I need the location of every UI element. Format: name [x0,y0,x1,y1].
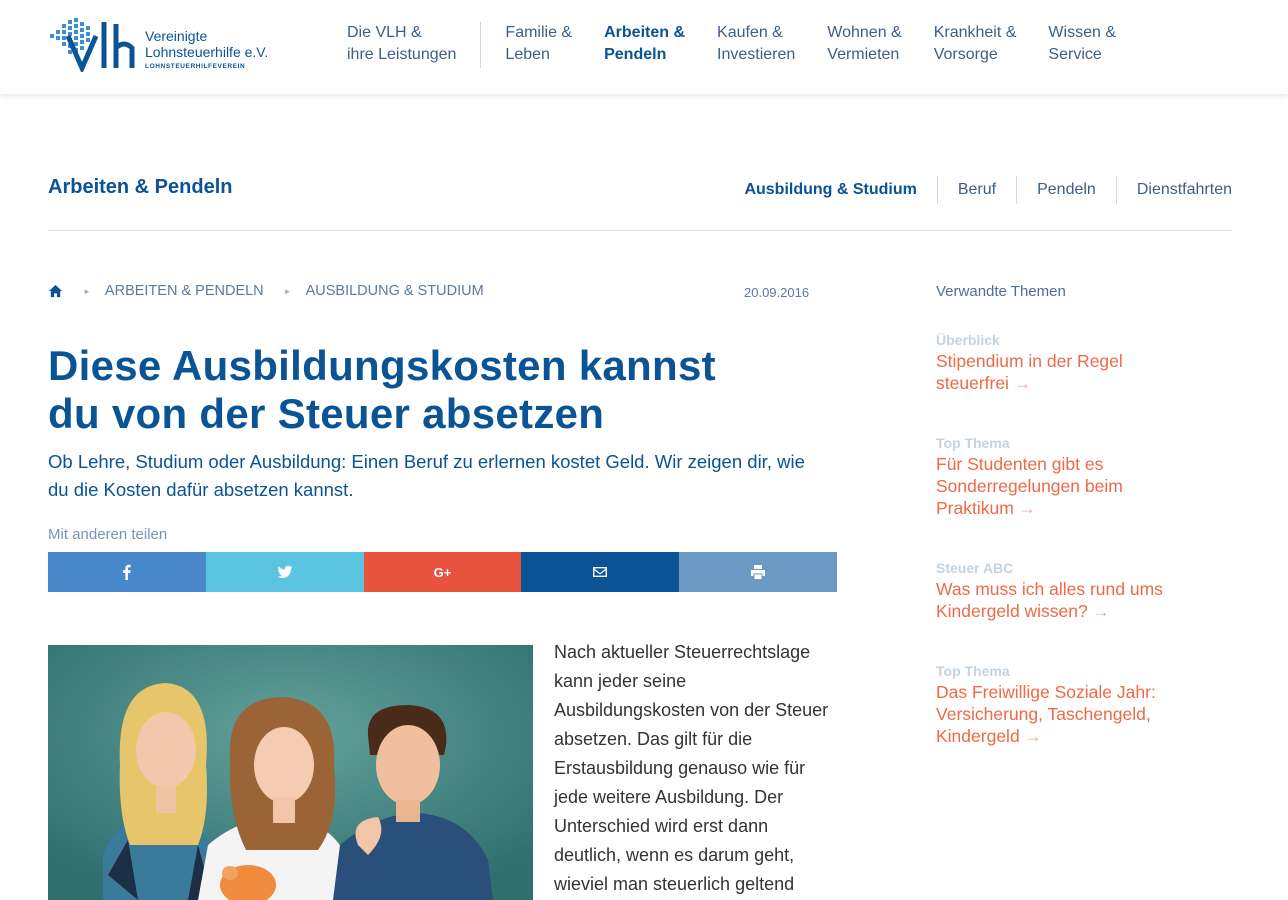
subnav-dienstfahrten[interactable]: Dienstfahrten [1115,176,1232,204]
facebook-icon [122,564,131,580]
nav-familie-leben[interactable]: Familie & Leben [489,22,588,68]
related-topic-category: Überblick [936,332,1000,348]
print-icon [751,565,766,579]
arrow-right-icon: → [1024,727,1042,746]
home-icon[interactable] [48,284,63,299]
article-headline: Diese Ausbildungskosten kannst du von de… [48,342,828,438]
subnav-beruf[interactable]: Beruf [936,176,1016,204]
related-topic-item[interactable]: Top Thema Für Studenten gibt es Sonderre… [936,433,1196,520]
nav-label-line2: ihre Leistungen [347,46,457,63]
article-date: 20.09.2016 [744,285,810,300]
arrow-right-icon: → [1018,499,1036,518]
nav-label-line2: Investieren [717,46,796,63]
nav-label-line1: Die VLH & [347,24,422,41]
nav-label-line2: Service [1048,46,1102,63]
breadcrumb-arbeiten-pendeln[interactable]: ARBEITEN & PENDELN [105,283,264,299]
breadcrumb-ausbildung-studium[interactable]: AUSBILDUNG & STUDIUM [306,283,484,299]
nav-die-vlh[interactable]: Die VLH & ihre Leistungen [331,22,482,68]
subnav-pendeln[interactable]: Pendeln [1016,176,1116,204]
nav-label-line2: Vorsorge [933,46,998,63]
related-topic-category: Steuer ABC [936,560,1014,576]
arrow-right-icon: → [1013,374,1031,393]
article-image [48,645,533,900]
related-topic-item[interactable]: Steuer ABC Was muss ich alles rund ums K… [936,558,1196,623]
sidebar-title: Verwandte Themen [936,283,1066,300]
breadcrumb: ► ARBEITEN & PENDELN ► AUSBILDUNG & STUD… [48,283,484,299]
related-topic-item[interactable]: Top Thema Das Freiwillige Soziale Jahr: … [936,661,1196,748]
nav-label-line2: Vermieten [827,46,900,63]
google-plus-icon: G+ [433,564,452,580]
email-icon [593,567,608,577]
brand-subtitle: LOHNSTEUERHILFEVEREIN [145,63,246,70]
brand-name: Vereinigte Lohnsteuerhilfe e.V. [145,28,268,60]
related-topic-title: Das Freiwillige Soziale Jahr: Versicheru… [936,682,1156,746]
main-navigation: Die VLH & ihre Leistungen Familie & Lebe… [331,22,1132,68]
related-topic-category: Top Thema [936,663,1010,679]
section-divider [48,230,1232,231]
related-topic-category: Top Thema [936,435,1010,451]
nav-label-line1: Kaufen & [717,24,783,41]
share-twitter-button[interactable] [205,552,364,592]
share-print-button[interactable] [679,552,837,592]
nav-krankheit-vorsorge[interactable]: Krankheit & Vorsorge [918,22,1033,68]
vlh-logo-icon [50,18,135,72]
nav-wohnen-vermieten[interactable]: Wohnen & Vermieten [811,22,917,68]
nav-arbeiten-pendeln[interactable]: Arbeiten & Pendeln [588,22,701,68]
vlh-logo[interactable]: Vereinigte Lohnsteuerhilfe e.V. LOHNSTEU… [48,16,288,72]
related-topics-list: Überblick Stipendium in der Regel steuer… [936,330,1196,786]
top-header: Vereinigte Lohnsteuerhilfe e.V. LOHNSTEU… [0,0,1288,94]
students-photo [48,645,533,900]
brand-name-line2: Lohnsteuerhilfe e.V. [145,44,269,60]
breadcrumb-separator-icon: ► [283,286,292,296]
section-title: Arbeiten & Pendeln [48,176,233,198]
headline-line2: du von der Steuer absetzen [48,390,605,437]
share-facebook-button[interactable] [48,552,206,592]
section-subnav: Ausbildung & Studium Beruf Pendeln Diens… [724,176,1232,204]
nav-wissen-service[interactable]: Wissen & Service [1032,22,1132,68]
nav-kaufen-investieren[interactable]: Kaufen & Investieren [701,22,811,68]
nav-label-line2: Pendeln [604,46,667,63]
share-google-plus-button[interactable]: G+ [363,552,522,592]
nav-label-line1: Familie & [505,24,573,41]
related-topic-item[interactable]: Überblick Stipendium in der Regel steuer… [936,330,1196,395]
brand-name-line1: Vereinigte [145,28,208,44]
headline-line1: Diese Ausbildungskosten kannst [48,342,716,389]
subnav-ausbildung-studium[interactable]: Ausbildung & Studium [724,176,936,204]
nav-label-line2: Leben [505,46,550,63]
nav-label-line1: Krankheit & [933,24,1017,41]
nav-label-line1: Wohnen & [827,24,902,41]
share-email-button[interactable] [521,552,680,592]
article-teaser: Ob Lehre, Studium oder Ausbildung: Einen… [48,451,805,500]
article-body-text: Nach aktueller Steuerrechtslage kann jed… [554,642,829,894]
related-topic-title: Was muss ich alles rund ums Kindergeld w… [936,579,1163,621]
breadcrumb-separator-icon: ► [83,286,91,296]
arrow-right-icon: → [1092,602,1110,621]
nav-label-line1: Wissen & [1048,24,1116,41]
twitter-icon [277,565,293,578]
nav-label-line1: Arbeiten & [604,24,686,41]
share-bar: G+ [48,552,837,592]
share-label: Mit anderen teilen [48,526,168,543]
